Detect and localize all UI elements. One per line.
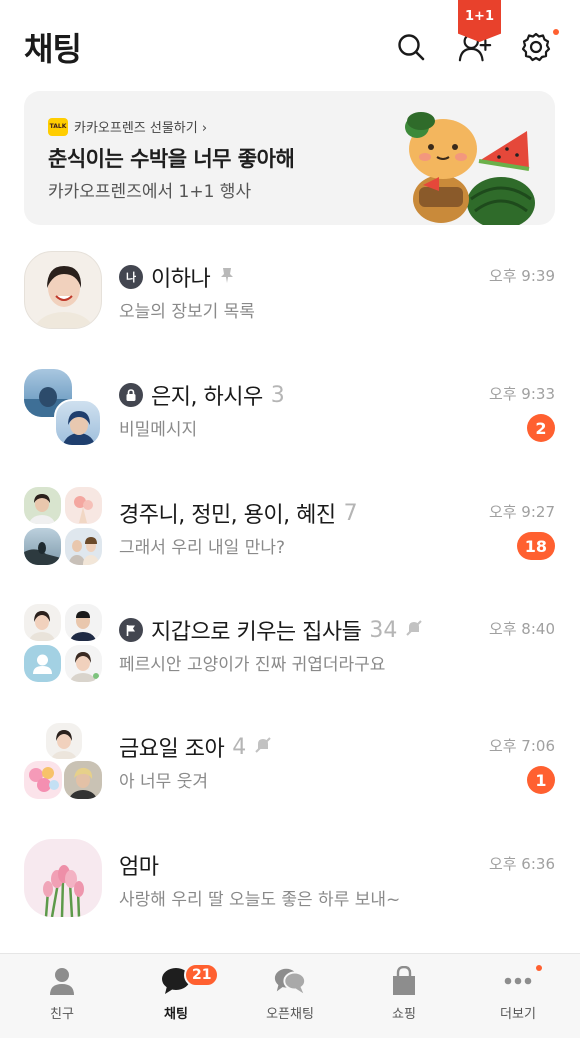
member-photo (44, 721, 84, 761)
person-icon (45, 966, 79, 996)
chat-time: 오후 9:27 (488, 503, 555, 521)
member-photo (24, 528, 61, 565)
tab-open-chat[interactable]: 오픈채팅 (232, 954, 348, 1038)
tab-chats[interactable]: 21 채팅 (118, 954, 234, 1038)
chat-time: 오후 7:06 (488, 737, 555, 755)
chat-preview: 비밀메시지 (119, 420, 198, 440)
chat-row[interactable]: 지갑으로 키우는 집사들 34 페르시안 고양이가 진짜 귀엽더라구요 오후 8… (0, 604, 580, 722)
page-title: 채팅 (24, 30, 82, 68)
promo-tag: 1+1 (458, 0, 501, 42)
chat-preview: 오늘의 장보기 목록 (119, 302, 255, 322)
tab-label: 채팅 (164, 1007, 188, 1022)
tab-more[interactable]: 더보기 (460, 954, 576, 1038)
settings-new-dot (553, 29, 559, 35)
open-chat-icon (273, 966, 307, 996)
chat-name: 엄마 (119, 855, 159, 880)
chat-time: 오후 9:33 (488, 385, 555, 403)
chat-title: 나 이하나 (119, 261, 236, 293)
chat-row[interactable]: 경주니, 정민, 용이, 혜진 7 그래서 우리 내일 만나? 오후 9:27 … (0, 487, 580, 605)
profile-photo (24, 251, 102, 329)
pin-icon (218, 266, 236, 288)
chat-name: 금요일 조아 (119, 737, 225, 762)
avatar (24, 487, 102, 565)
member-photo (65, 487, 102, 524)
chat-row[interactable]: 엄마 사랑해 우리 딸 오늘도 좋은 하루 보내~ 오후 6:36 (0, 839, 580, 957)
banner-subtitle: 카카오프렌즈에서 1+1 행사 (48, 182, 252, 202)
shopping-bag-icon (387, 966, 421, 996)
more-icon (501, 966, 535, 996)
chat-name: 은지, 하시우 (151, 385, 263, 410)
my-chat-icon: 나 (119, 265, 143, 289)
member-count: 4 (232, 734, 247, 760)
more-new-dot (536, 965, 542, 971)
chat-name: 이하나 (151, 267, 211, 292)
unread-badge: 18 (516, 532, 555, 560)
lock-icon (119, 383, 143, 407)
member-photo (24, 761, 62, 799)
flag-icon (119, 618, 143, 642)
member-photo (24, 487, 61, 524)
avatar (24, 369, 102, 447)
member-count: 7 (343, 500, 358, 526)
member-photo (54, 399, 102, 447)
member-photo (65, 528, 102, 565)
banner-source-label: 카카오프렌즈 선물하기 › (74, 121, 208, 136)
member-photo (64, 761, 102, 799)
member-count: 34 (369, 617, 398, 643)
chat-count-badge: 21 (184, 963, 220, 987)
avatar (24, 604, 102, 682)
chat-preview: 그래서 우리 내일 만나? (119, 538, 285, 558)
member-photo (24, 604, 61, 641)
character-watermelon-illustration (405, 112, 535, 225)
unread-badge: 1 (527, 766, 555, 794)
chat-title: 경주니, 정민, 용이, 혜진 7 (119, 497, 358, 529)
search-icon[interactable] (394, 30, 428, 64)
unread-badge: 2 (527, 414, 555, 442)
tab-shopping[interactable]: 쇼핑 (346, 954, 462, 1038)
bottom-tab-bar: 친구 21 채팅 오픈채팅 쇼핑 더보기 (0, 953, 580, 1038)
chat-time: 오후 6:36 (488, 855, 555, 873)
tab-friends[interactable]: 친구 (4, 954, 120, 1038)
tab-label: 더보기 (500, 1007, 536, 1022)
member-photo (65, 645, 102, 682)
avatar (24, 251, 102, 329)
chat-title: 금요일 조아 4 (119, 731, 272, 763)
chat-name: 경주니, 정민, 용이, 혜진 (119, 503, 336, 528)
banner-source: TALK 카카오프렌즈 선물하기 › (48, 117, 207, 136)
promo-banner[interactable]: TALK 카카오프렌즈 선물하기 › 춘식이는 수박을 너무 좋아해 카카오프렌… (24, 91, 555, 225)
chat-preview: 페르시안 고양이가 진짜 귀엽더라구요 (119, 655, 386, 675)
tab-label: 친구 (50, 1007, 74, 1022)
settings-icon[interactable] (519, 30, 553, 64)
tab-label: 오픈채팅 (266, 1007, 314, 1022)
avatar (24, 721, 102, 799)
mute-icon (405, 619, 423, 641)
chat-time: 오후 9:39 (488, 267, 555, 285)
chat-row[interactable]: 금요일 조아 4 아 너무 웃겨 오후 7:06 1 (0, 721, 580, 839)
chat-preview: 사랑해 우리 딸 오늘도 좋은 하루 보내~ (119, 890, 401, 910)
member-photo (65, 604, 102, 641)
chat-title: 엄마 (119, 849, 159, 881)
kakao-talk-logo: TALK (48, 117, 68, 136)
chat-preview: 아 너무 웃겨 (119, 772, 209, 792)
profile-photo (24, 839, 102, 917)
avatar (24, 839, 102, 917)
chat-title: 지갑으로 키우는 집사들 34 (119, 614, 423, 646)
chat-row[interactable]: 은지, 하시우 3 비밀메시지 오후 9:33 2 (0, 369, 580, 487)
chat-time: 오후 8:40 (488, 620, 555, 638)
chat-title: 은지, 하시우 3 (119, 379, 285, 411)
banner-headline: 춘식이는 수박을 너무 좋아해 (48, 147, 295, 171)
tab-label: 쇼핑 (392, 1007, 416, 1022)
default-profile-icon (24, 645, 61, 682)
member-count: 3 (270, 382, 285, 408)
mute-icon (254, 736, 272, 758)
chat-name: 지갑으로 키우는 집사들 (151, 620, 362, 645)
chat-row[interactable]: 나 이하나 오늘의 장보기 목록 오후 9:39 (0, 251, 580, 369)
